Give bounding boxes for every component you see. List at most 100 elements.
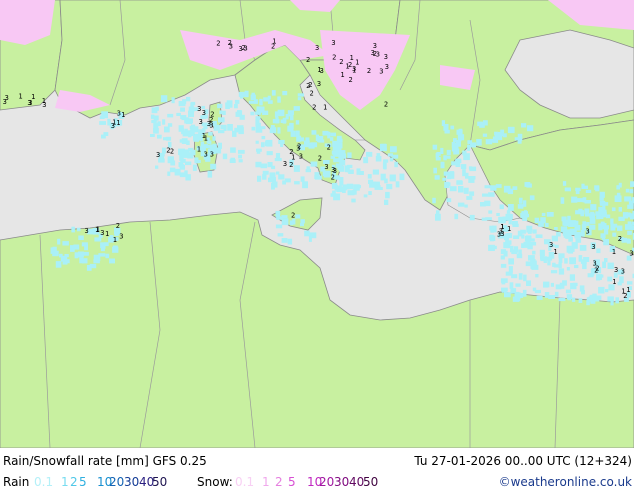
snow-legend-value: 5: [288, 475, 296, 489]
precip-mark: 2: [291, 212, 295, 220]
precip-mark: 3: [614, 266, 618, 274]
precip-mark: 1: [116, 119, 120, 127]
weather-map: 3331133113131322233131133233332232121233…: [0, 0, 634, 448]
snow-legend-value: 30: [334, 475, 350, 489]
precip-mark: 1: [507, 225, 511, 233]
precip-mark: 3: [317, 80, 321, 88]
precip-mark: 3: [324, 163, 328, 171]
precip-mark: 1: [626, 286, 630, 294]
precip-mark: 3: [156, 151, 160, 159]
precip-mark: 3: [42, 101, 46, 109]
precip-mark: 1: [612, 248, 616, 256]
credit-link[interactable]: ©weatheronline.co.uk: [499, 475, 632, 489]
precip-mark: 3: [333, 167, 337, 175]
precip-mark: 1: [500, 223, 504, 231]
precip-mark: 3: [197, 105, 201, 113]
precip-mark: 3: [315, 44, 319, 52]
precip-mark: 2: [349, 76, 353, 84]
snow-legend-value: 1: [262, 475, 270, 489]
precip-mark: 2: [618, 235, 622, 243]
precip-mark: 1: [121, 111, 125, 119]
snow-legend-value: 20: [319, 475, 335, 489]
precip-mark: 2: [242, 44, 246, 52]
precip-mark: 3: [591, 243, 595, 251]
precip-mark: 2: [312, 104, 316, 112]
precip-mark: 1: [612, 278, 616, 286]
forecast-datetime: Tu 27-01-2026 00..00 UTC (12+324): [414, 454, 632, 468]
precip-mark: 1: [345, 63, 349, 71]
precip-mark: 3: [621, 268, 625, 276]
precip-mark: 3: [371, 49, 375, 57]
precip-mark: 3: [199, 118, 203, 126]
map-footer: Rain/Snowfall rate [mm] GFS 0.25 Tu 27-0…: [0, 448, 634, 490]
precip-mark: 1: [553, 248, 557, 256]
precip-mark: 2: [331, 174, 335, 182]
precip-mark: 2: [166, 147, 170, 155]
rain-legend-value: 1: [61, 475, 69, 489]
map-title: Rain/Snowfall rate [mm] GFS 0.25: [3, 454, 207, 468]
precip-mark: 2: [339, 58, 343, 66]
precip-mark: 1: [197, 145, 201, 153]
precip-mark: 1: [355, 59, 359, 67]
precip-mark: 3: [5, 94, 9, 102]
precip-mark: 1: [113, 236, 117, 244]
precip-mark: 3: [379, 68, 383, 76]
precip-mark: 2: [271, 43, 275, 51]
precip-mark: 1: [352, 67, 356, 75]
rain-legend-label: Rain: [3, 475, 30, 489]
precip-mark: 3: [320, 67, 324, 75]
precip-mark: 3: [100, 229, 104, 237]
precip-mark: 2: [306, 56, 310, 64]
precip-mark: 2: [595, 265, 599, 273]
rain-legend-value: 30: [124, 475, 140, 489]
precip-mark: 1: [323, 104, 327, 112]
snow-legend-label: Snow:: [197, 475, 233, 489]
precip-mark: 1: [95, 226, 99, 234]
precip-mark: 1: [291, 154, 295, 162]
precip-mark: 2: [297, 143, 301, 151]
snow-legend-value: 50: [363, 475, 379, 489]
precip-mark: 3: [119, 232, 123, 240]
precip-mark: 2: [318, 155, 322, 163]
precip-mark: 2: [310, 90, 314, 98]
precip-mark: 1: [621, 288, 625, 296]
precip-mark: 1: [18, 92, 22, 100]
precip-mark: 3: [384, 53, 388, 61]
precip-mark: 3: [202, 109, 206, 117]
precip-mark: 3: [586, 228, 590, 236]
precip-mark: 3: [299, 153, 303, 161]
precip-mark: 2: [367, 67, 371, 75]
precip-mark: 3: [331, 39, 335, 47]
rain-legend-value: 5: [79, 475, 87, 489]
precip-mark: 1: [340, 71, 344, 79]
precip-mark: 2: [327, 144, 331, 152]
rain-legend-value: 0.1: [34, 475, 54, 489]
precip-mark: 3: [283, 160, 287, 168]
precip-mark: 1: [31, 93, 35, 101]
precip-mark: 3: [500, 230, 504, 238]
precip-mark: 2: [228, 39, 232, 47]
precip-mark: 2: [209, 116, 213, 124]
precip-mark: 3: [629, 249, 633, 257]
precip-mark: 2: [384, 101, 388, 109]
precip-mark: 3: [385, 63, 389, 71]
rain-legend-value: 50: [152, 475, 168, 489]
precip-mark: 3: [204, 151, 208, 159]
rain-legend-value: 20: [109, 475, 125, 489]
map-canvas: 333 113 31131313 222331311332333 32232 121233…: [0, 0, 634, 448]
precip-mark: 3: [111, 122, 115, 130]
snow-legend-value: 2: [275, 475, 283, 489]
precip-mark: 3: [210, 150, 214, 158]
precip-mark: 1: [105, 230, 109, 238]
snow-legend-value: 40: [349, 475, 365, 489]
precip-mark: 2: [289, 161, 293, 169]
precip-mark: 3: [85, 227, 89, 235]
precip-mark: 2: [332, 53, 336, 61]
precip-mark: 2: [216, 39, 220, 47]
precip-mark: 2: [170, 147, 174, 155]
rain-legend-value: 2: [70, 475, 78, 489]
precip-mark: 2: [306, 82, 310, 90]
precip-mark: 2: [116, 222, 120, 230]
precip-mark: 1: [202, 132, 206, 140]
snow-legend-value: 0.1: [235, 475, 255, 489]
